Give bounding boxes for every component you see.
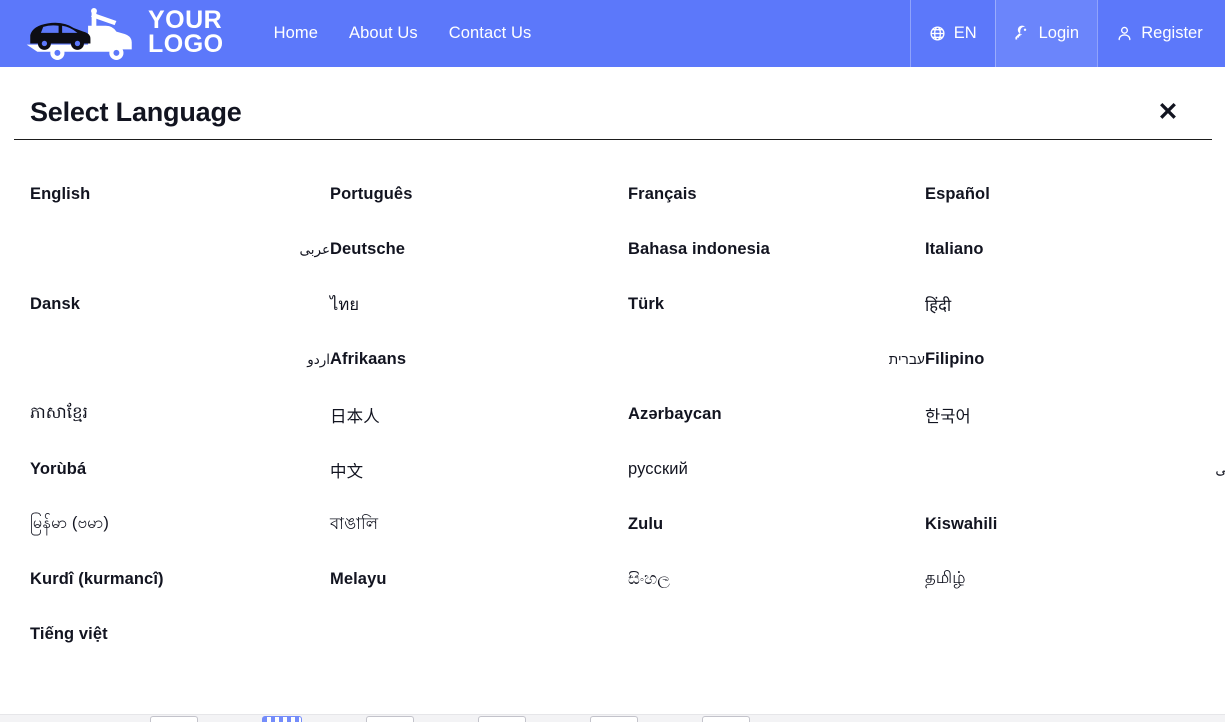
language-option[interactable]: Português (330, 167, 628, 222)
sliver-chip (590, 716, 638, 722)
language-option[interactable]: ភាសាខ្មែរ (30, 387, 330, 442)
language-option[interactable]: ไทย (330, 277, 628, 332)
language-option[interactable]: Filipino (925, 332, 1225, 387)
close-icon[interactable]: ✕ (1154, 98, 1182, 126)
select-language-modal: Select Language ✕ English Português França… (0, 67, 1225, 722)
sliver-chip (366, 716, 414, 722)
nav-link-about-us[interactable]: About Us (349, 24, 418, 43)
language-option[interactable]: Tiếng việt (30, 607, 330, 662)
register-label: Register (1141, 24, 1203, 42)
sliver-chip (150, 716, 198, 722)
language-switcher-label: EN (953, 24, 977, 42)
language-option[interactable]: 中文 (330, 442, 628, 497)
language-option[interactable]: Melayu (330, 552, 628, 607)
login-button[interactable]: Login (994, 0, 1097, 67)
main-navigation: Home About Us Contact Us (274, 0, 910, 67)
key-icon (1014, 25, 1031, 42)
tow-truck-icon (22, 7, 140, 60)
language-option[interactable]: اردو (30, 332, 330, 387)
language-option[interactable]: Bahasa indonesia (628, 222, 925, 277)
language-option[interactable]: Español (925, 167, 1225, 222)
brand-logo[interactable]: YOUR LOGO (0, 0, 224, 67)
language-option[interactable]: 日本人 (330, 387, 628, 442)
page-title: Select Language (30, 96, 242, 127)
language-option[interactable]: русский (628, 442, 925, 497)
language-option[interactable]: עברית (628, 332, 925, 387)
sliver-chip (702, 716, 750, 722)
language-option[interactable]: Français (628, 167, 925, 222)
language-option[interactable]: Yorùbá (30, 442, 330, 497)
language-option[interactable]: Dansk (30, 277, 330, 332)
language-option[interactable]: မြန်မာ (ဗမာ) (30, 497, 330, 552)
language-option[interactable]: عربى (30, 222, 330, 277)
language-option[interactable]: Afrikaans (330, 332, 628, 387)
sliver-chip (262, 716, 302, 722)
language-option[interactable]: Deutsche (330, 222, 628, 277)
brand-wordmark: YOUR LOGO (148, 6, 224, 58)
site-header: YOUR LOGO Home About Us Contact Us EN Lo… (0, 0, 1225, 67)
language-option[interactable]: සිංහල (628, 552, 925, 607)
login-label: Login (1038, 24, 1079, 42)
language-option[interactable]: Azərbaycan (628, 387, 925, 442)
nav-link-contact-us[interactable]: Contact Us (449, 24, 532, 43)
globe-icon (929, 25, 946, 42)
language-switcher-button[interactable]: EN (909, 0, 995, 67)
language-option[interactable]: தமிழ் (925, 552, 1225, 607)
language-option[interactable]: English (30, 167, 330, 222)
language-option-grid: English Português Français Español عربى Deuts… (0, 140, 1225, 662)
modal-header: Select Language ✕ (0, 67, 1225, 139)
register-button[interactable]: Register (1097, 0, 1225, 67)
language-option[interactable]: فارسی (925, 442, 1225, 497)
header-actions: EN Login Register (909, 0, 1225, 67)
language-option[interactable]: Kiswahili (925, 497, 1225, 552)
language-option[interactable]: Kurdî (kurmancî) (30, 552, 330, 607)
language-option[interactable]: Türk (628, 277, 925, 332)
sliver-chip (478, 716, 526, 722)
background-page-sliver (0, 714, 1225, 722)
brand-line-2: LOGO (148, 29, 224, 58)
language-option[interactable]: Italiano (925, 222, 1225, 277)
brand-line-1: YOUR (148, 6, 223, 34)
language-option[interactable]: हिंदी (925, 277, 1225, 332)
user-icon (1116, 25, 1133, 42)
language-option[interactable]: বাঙালি (330, 497, 628, 552)
nav-link-home[interactable]: Home (274, 24, 318, 43)
language-option[interactable]: 한국어 (925, 387, 1225, 442)
language-option[interactable]: Zulu (628, 497, 925, 552)
